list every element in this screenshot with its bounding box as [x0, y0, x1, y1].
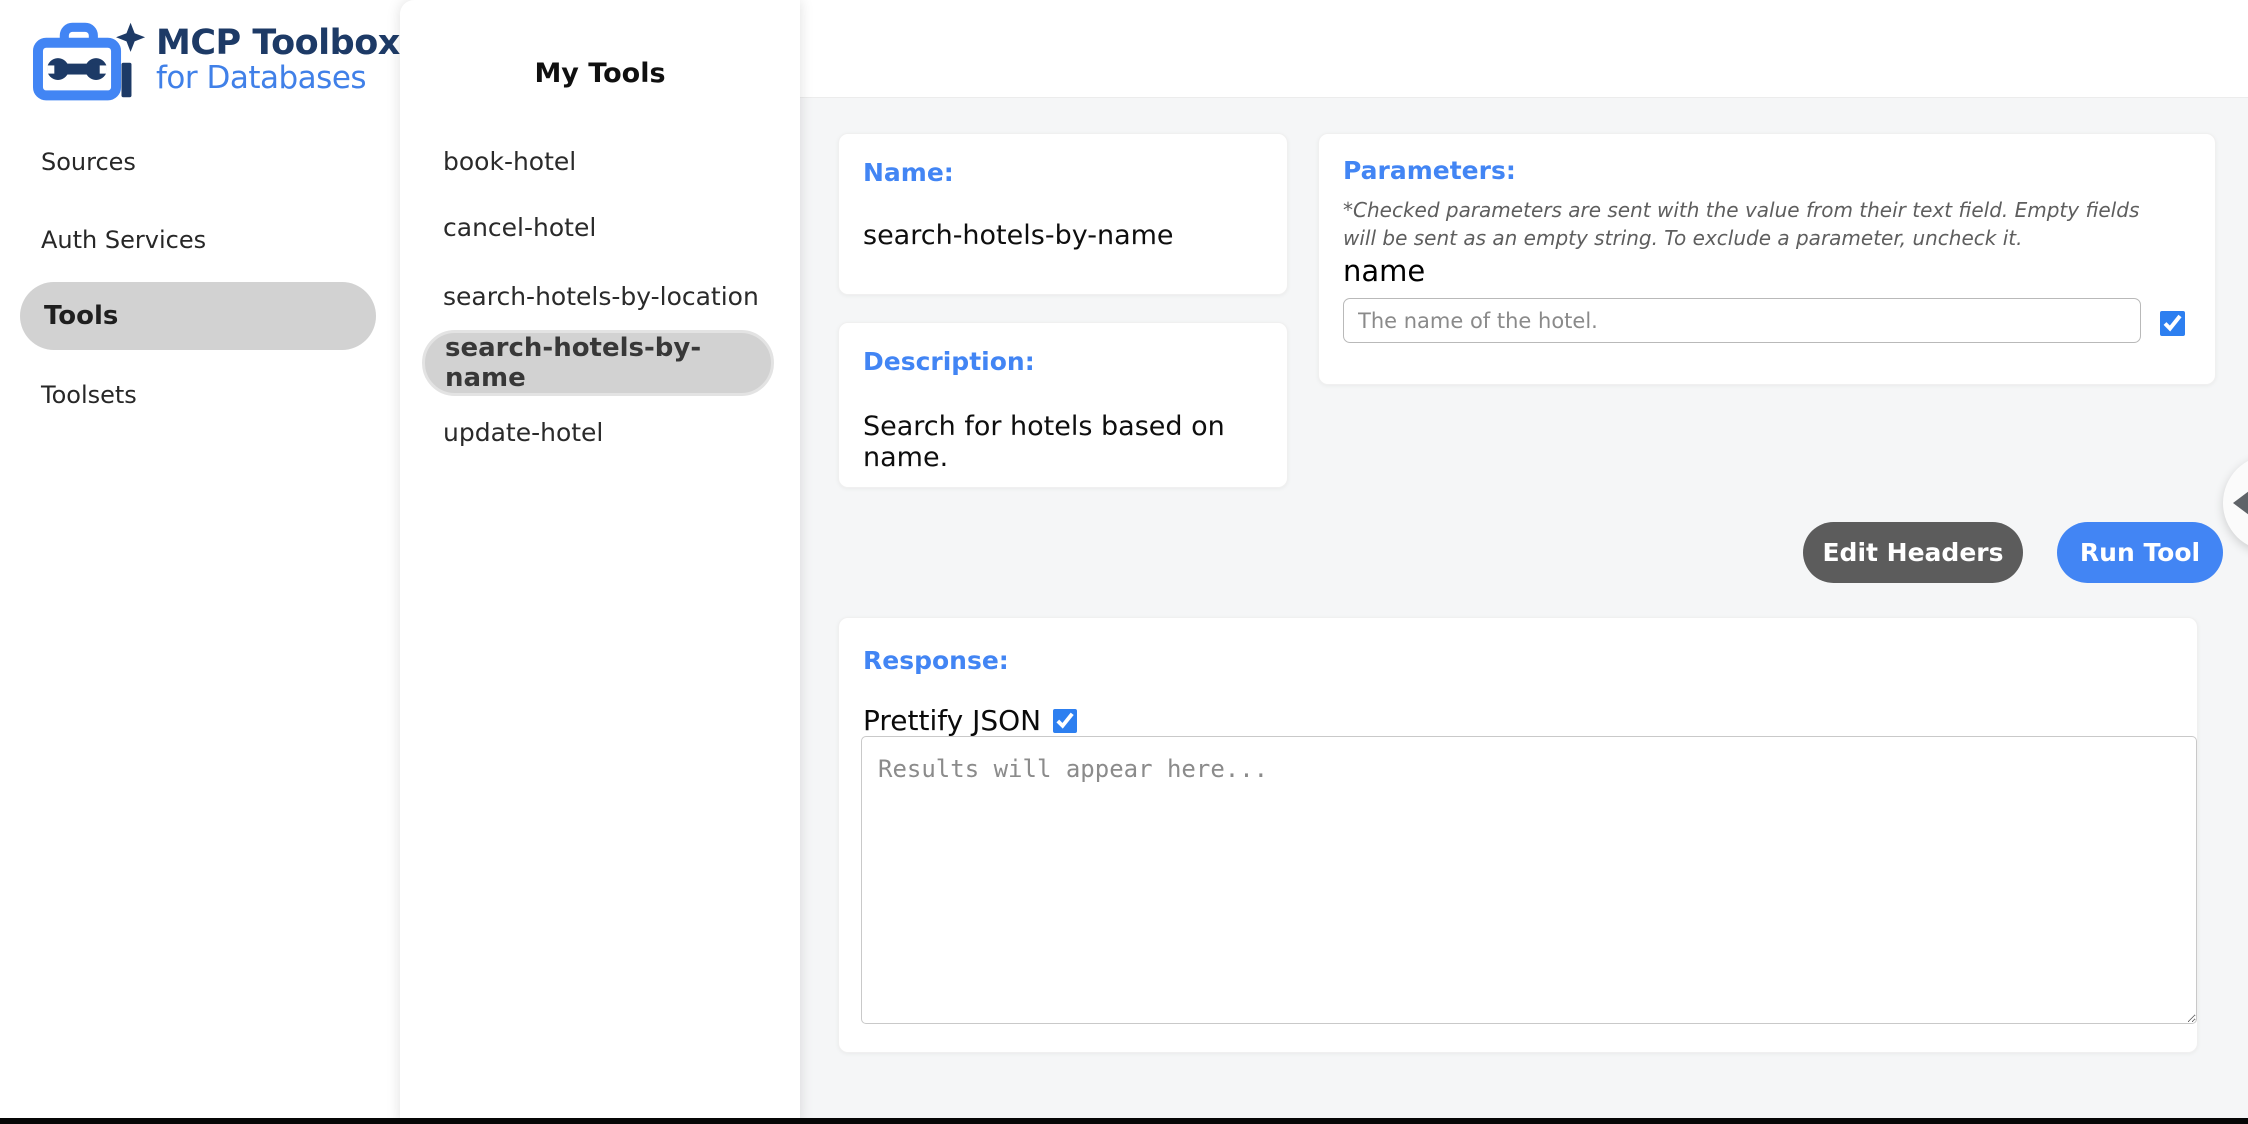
- selected-tool-label: search-hotels-by-name: [445, 333, 771, 393]
- logo-subtitle: for Databases: [156, 61, 400, 95]
- tools-list-panel: My Tools book-hotel cancel-hotel search-…: [400, 0, 800, 1124]
- main-header-strip: [800, 0, 2248, 98]
- param-name-label: name: [1343, 254, 1425, 288]
- description-card: Description: Search for hotels based on …: [838, 322, 1288, 488]
- wrench-icon: [47, 58, 107, 80]
- response-output-textarea[interactable]: [861, 736, 2197, 1024]
- bottom-edge-bar: [0, 1118, 2248, 1124]
- tool-item-update-hotel[interactable]: update-hotel: [443, 418, 603, 448]
- parameters-card-label: Parameters:: [1343, 156, 1516, 185]
- tool-item-book-hotel[interactable]: book-hotel: [443, 147, 576, 177]
- logo-title: MCP Toolbox: [156, 25, 400, 62]
- response-card: Response: Prettify JSON: [838, 617, 2198, 1053]
- tool-item-search-hotels-by-name[interactable]: search-hotels-by-name: [422, 330, 774, 396]
- toolbox-logo-icon: [28, 16, 146, 104]
- tool-description-value: Search for hotels based on name.: [863, 411, 1287, 473]
- parameters-note: *Checked parameters are sent with the va…: [1343, 196, 2163, 252]
- param-name-input[interactable]: [1343, 298, 2141, 343]
- sidebar-item-sources[interactable]: Sources: [41, 147, 136, 177]
- name-card: Name: search-hotels-by-name: [838, 133, 1288, 295]
- parameters-card: Parameters: *Checked parameters are sent…: [1318, 133, 2216, 385]
- edit-headers-button[interactable]: Edit Headers: [1803, 522, 2023, 583]
- tool-item-search-hotels-by-location[interactable]: search-hotels-by-location: [443, 282, 759, 312]
- name-card-label: Name:: [863, 158, 954, 187]
- tools-panel-title: My Tools: [400, 58, 800, 89]
- prettify-json-row: Prettify JSON: [863, 704, 1077, 737]
- prettify-json-checkbox[interactable]: [1053, 709, 1077, 733]
- run-tool-button[interactable]: Run Tool: [2057, 522, 2223, 583]
- tool-name-value: search-hotels-by-name: [863, 220, 1174, 251]
- logo-text: MCP Toolbox for Databases: [156, 25, 400, 96]
- description-card-label: Description:: [863, 347, 1035, 376]
- param-name-checkbox[interactable]: [2160, 311, 2185, 336]
- sidebar-item-toolsets[interactable]: Toolsets: [41, 380, 137, 410]
- sidebar-item-auth-services[interactable]: Auth Services: [41, 225, 206, 255]
- response-card-label: Response:: [863, 646, 1009, 675]
- chevron-left-icon: [2233, 485, 2248, 521]
- sidebar: MCP Toolbox for Databases Sources Auth S…: [0, 0, 400, 1124]
- tool-item-cancel-hotel[interactable]: cancel-hotel: [443, 213, 596, 243]
- sidebar-item-tools[interactable]: Tools: [20, 282, 376, 350]
- sidebar-item-tools-label: Tools: [44, 301, 118, 331]
- prettify-json-label: Prettify JSON: [863, 704, 1041, 737]
- app-logo: MCP Toolbox for Databases: [28, 16, 400, 104]
- main-content: Name: search-hotels-by-name Description:…: [800, 0, 2248, 1124]
